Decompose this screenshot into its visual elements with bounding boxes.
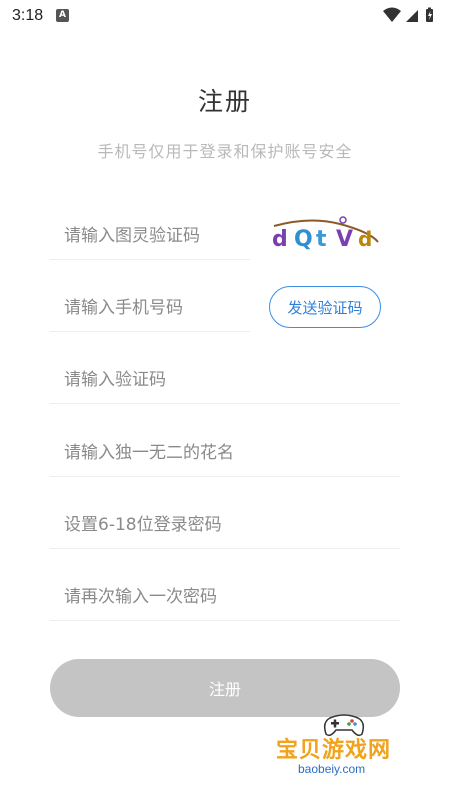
password-input[interactable] [50, 501, 400, 548]
password-field [50, 501, 400, 549]
signal-icon [406, 10, 418, 22]
sms-code-field [50, 356, 400, 404]
captcha-field [50, 212, 250, 260]
nickname-input[interactable] [50, 429, 400, 476]
captcha-char: t [316, 227, 327, 252]
captcha-svg: d Q t V d [272, 216, 379, 252]
nickname-field [50, 429, 400, 477]
watermark-domain: baobeiy.com [298, 762, 366, 776]
phone-field [50, 284, 250, 332]
captcha-char: d [272, 227, 288, 252]
watermark: 宝贝游戏网 baobeiy.com [270, 712, 420, 792]
captcha-image[interactable]: d Q t V d [270, 214, 380, 254]
status-icons-svg [383, 7, 433, 22]
notification-app-icon: A [56, 9, 69, 22]
watermark-text: 宝贝游戏网 [276, 738, 392, 763]
captcha-char: d [358, 227, 372, 251]
wifi-icon [383, 7, 401, 22]
captcha-input[interactable] [50, 212, 250, 259]
sms-code-input[interactable] [50, 356, 400, 403]
status-icons [382, 7, 438, 25]
status-time: 3:18 [12, 7, 44, 24]
status-bar: 3:18 A [0, 0, 450, 32]
register-button[interactable]: 注册 [50, 659, 400, 717]
page-title: 注册 [197, 87, 252, 116]
confirm-password-field [50, 573, 400, 621]
send-code-button[interactable]: 发送验证码 [269, 286, 381, 328]
captcha-char: V [336, 227, 353, 252]
phone-input[interactable] [50, 284, 250, 331]
page-subtitle: 手机号仅用于登录和保护账号安全 [97, 142, 353, 161]
confirm-password-input[interactable] [50, 573, 400, 620]
captcha-char: Q [294, 227, 313, 252]
